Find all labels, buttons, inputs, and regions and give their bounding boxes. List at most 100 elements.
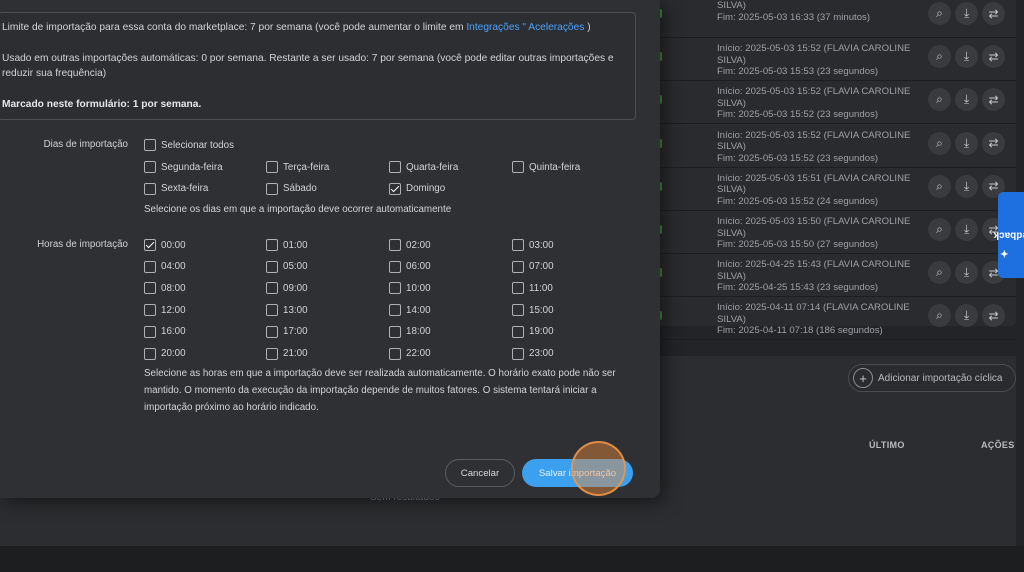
checkbox-box[interactable]: [144, 139, 156, 151]
hour-checkbox[interactable]: 19:00: [512, 325, 554, 339]
save-import-button[interactable]: Salvar importação: [522, 459, 633, 487]
hour-checkbox[interactable]: 15:00: [512, 303, 554, 317]
accelerations-link[interactable]: Integrações " Acelerações: [466, 22, 584, 33]
day-checkbox[interactable]: Terça-feira: [266, 160, 329, 174]
hour-checkbox[interactable]: 20:00: [144, 347, 186, 361]
checkbox-box[interactable]: [389, 304, 401, 317]
hour-label: 01:00: [283, 239, 308, 251]
hour-checkbox[interactable]: 09:00: [266, 281, 308, 295]
import-time-end: Fim: 2025-04-11 07:18 (186 segundos): [717, 325, 883, 337]
hour-checkbox[interactable]: 14:00: [389, 303, 431, 317]
day-checkbox[interactable]: Sexta-feira: [144, 182, 208, 196]
checkbox-box[interactable]: [144, 325, 156, 338]
download-icon[interactable]: ⤓: [955, 261, 978, 285]
sync-icon[interactable]: ⇄: [982, 2, 1005, 25]
download-icon[interactable]: ⤓: [955, 88, 978, 112]
checkbox-box[interactable]: [389, 260, 401, 273]
checkbox-box[interactable]: [266, 260, 278, 273]
day-checkbox[interactable]: Quinta-feira: [512, 160, 580, 174]
day-checkbox[interactable]: Segunda-feira: [144, 160, 223, 174]
hour-checkbox[interactable]: 17:00: [266, 325, 308, 339]
checkbox-box[interactable]: [389, 325, 401, 338]
search-icon[interactable]: ⌕: [928, 304, 951, 328]
checkbox-box[interactable]: [266, 239, 278, 251]
day-label: Domingo: [406, 183, 446, 194]
sync-icon[interactable]: ⇄: [982, 45, 1005, 69]
add-cyclic-import-label: Adicionar importação cíclica: [878, 372, 1003, 384]
download-icon[interactable]: ⤓: [955, 174, 978, 198]
sync-icon[interactable]: ⇄: [982, 88, 1005, 112]
checkbox-box[interactable]: [266, 182, 278, 195]
page-footer-bar: [0, 546, 1024, 572]
hour-checkbox[interactable]: 23:00: [512, 347, 554, 361]
hour-checkbox[interactable]: 02:00: [389, 238, 431, 252]
day-checkbox[interactable]: Domingo: [389, 182, 445, 196]
download-icon[interactable]: ⤓: [955, 218, 978, 241]
hour-checkbox[interactable]: 18:00: [389, 325, 431, 339]
checkbox-box[interactable]: [266, 304, 278, 317]
search-icon[interactable]: ⌕: [928, 2, 951, 25]
row-actions: ⌕ ⤓ ⇄: [928, 2, 1005, 25]
hour-label: 23:00: [529, 348, 554, 359]
cancel-button[interactable]: Cancelar: [445, 459, 515, 487]
hour-checkbox[interactable]: 00:00: [144, 238, 186, 252]
import-time-start-cont: SILVA): [717, 184, 746, 196]
hour-checkbox[interactable]: 04:00: [144, 260, 186, 274]
search-icon[interactable]: ⌕: [928, 88, 951, 112]
hour-checkbox[interactable]: 11:00: [512, 281, 553, 295]
checkbox-box[interactable]: [512, 239, 524, 251]
checkbox-box[interactable]: [144, 161, 156, 173]
checkbox-box[interactable]: [266, 347, 278, 360]
search-icon[interactable]: ⌕: [928, 45, 951, 69]
checkbox-box[interactable]: [512, 161, 524, 173]
hour-checkbox[interactable]: 21:00: [266, 347, 308, 361]
checkbox-box[interactable]: [144, 347, 156, 360]
hour-checkbox[interactable]: 08:00: [144, 281, 186, 295]
hour-checkbox[interactable]: 13:00: [266, 303, 308, 317]
add-cyclic-import-button[interactable]: + Adicionar importação cíclica: [848, 364, 1016, 392]
checkbox-box[interactable]: [389, 347, 401, 360]
search-icon[interactable]: ⌕: [928, 218, 951, 241]
import-times: Início: 2025-05-03 15:52 (FLAVIA CAROLIN…: [717, 86, 917, 121]
download-icon[interactable]: ⤓: [955, 2, 978, 25]
checkbox-box[interactable]: [389, 282, 401, 295]
checkbox-box[interactable]: [144, 282, 156, 295]
sync-icon[interactable]: ⇄: [982, 131, 1005, 155]
search-icon[interactable]: ⌕: [928, 261, 951, 285]
checkbox-box[interactable]: [144, 260, 156, 273]
day-checkbox[interactable]: Quarta-feira: [389, 160, 458, 174]
checkbox-box[interactable]: [512, 304, 524, 317]
hour-checkbox[interactable]: 05:00: [266, 260, 308, 274]
checkbox-checked[interactable]: [144, 239, 156, 251]
checkbox-box[interactable]: [512, 325, 524, 338]
search-icon[interactable]: ⌕: [928, 131, 951, 155]
hour-checkbox[interactable]: 10:00: [389, 281, 431, 295]
download-icon[interactable]: ⤓: [955, 304, 978, 328]
hour-checkbox[interactable]: 07:00: [512, 260, 554, 274]
hour-checkbox[interactable]: 12:00: [144, 303, 186, 317]
checkbox-box[interactable]: [512, 260, 524, 273]
day-checkbox[interactable]: Sábado: [266, 182, 317, 196]
hour-checkbox[interactable]: 01:00: [266, 238, 308, 252]
download-icon[interactable]: ⤓: [955, 131, 978, 155]
hour-checkbox[interactable]: 03:00: [512, 238, 554, 252]
select-all-days-checkbox[interactable]: Selecionar todos: [144, 138, 234, 152]
feedback-tab[interactable]: ✦ Feedback: [993, 192, 1024, 278]
hour-checkbox[interactable]: 22:00: [389, 347, 431, 361]
hour-checkbox[interactable]: 06:00: [389, 260, 431, 274]
checkbox-box[interactable]: [266, 282, 278, 295]
sync-icon[interactable]: ⇄: [982, 304, 1005, 328]
checkbox-box[interactable]: [512, 282, 524, 295]
checkbox-checked[interactable]: [389, 182, 401, 195]
download-icon[interactable]: ⤓: [955, 45, 978, 69]
checkbox-box[interactable]: [389, 161, 401, 173]
checkbox-box[interactable]: [512, 347, 524, 360]
hour-checkbox[interactable]: 16:00: [144, 325, 186, 339]
checkbox-box[interactable]: [266, 161, 278, 173]
search-icon[interactable]: ⌕: [928, 174, 951, 198]
import-time-end: Fim: 2025-05-03 15:52 (24 segundos): [717, 195, 879, 207]
checkbox-box[interactable]: [144, 304, 156, 317]
checkbox-box[interactable]: [389, 239, 401, 251]
checkbox-box[interactable]: [266, 325, 278, 338]
checkbox-box[interactable]: [144, 182, 156, 195]
